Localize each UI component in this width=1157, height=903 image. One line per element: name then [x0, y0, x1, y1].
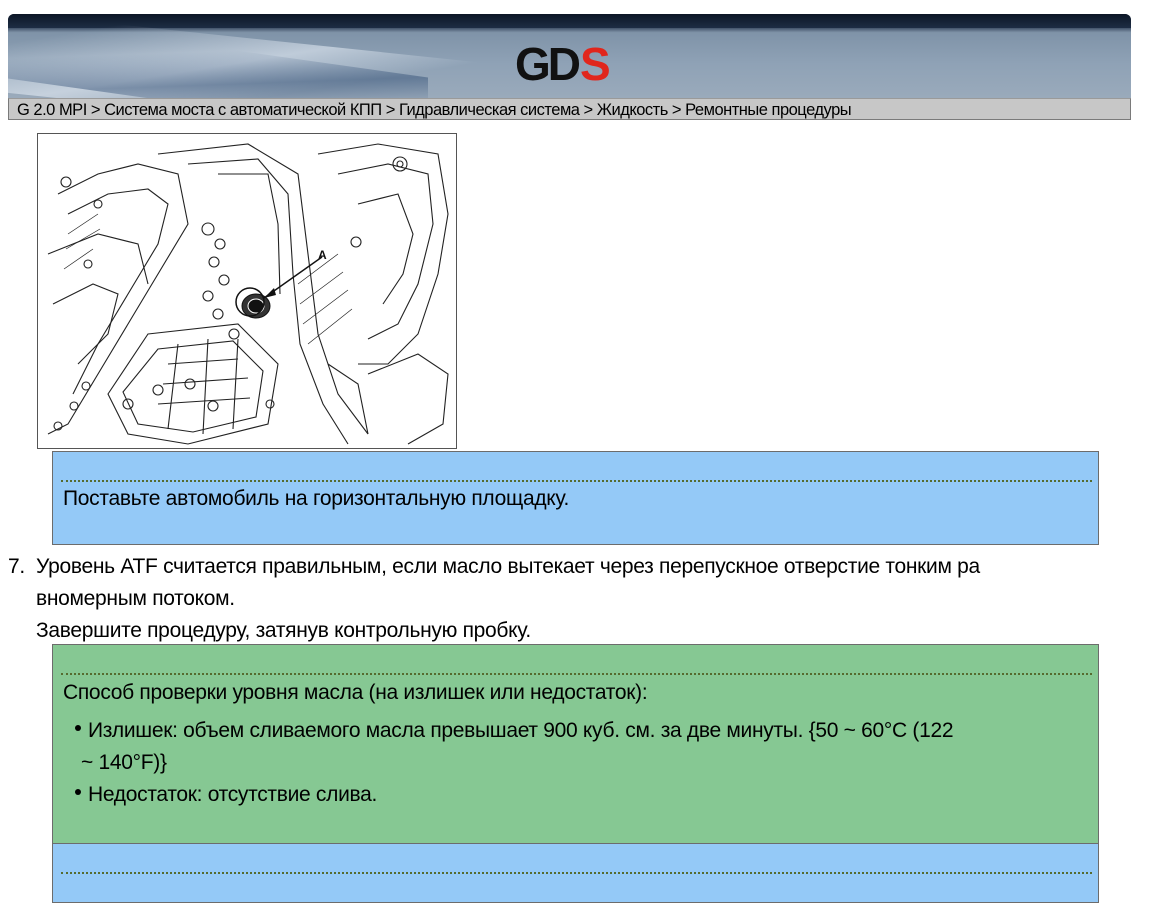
step-text-line1: Уровень ATF считается правильным, если м…	[36, 555, 980, 578]
bullet-icon	[75, 789, 81, 796]
gds-logo: GD S	[515, 38, 611, 90]
step-number: 7.	[8, 555, 25, 578]
banner-background: GD S	[8, 14, 1131, 98]
drain-plug	[235, 287, 271, 319]
info-note-level-check: Способ проверки уровня масла (на излишек…	[52, 644, 1099, 844]
callout-label: A	[318, 248, 327, 262]
breadcrumb: G 2.0 MPI > Система моста с автоматическ…	[8, 98, 1131, 120]
note-title: Способ проверки уровня масла (на излишек…	[63, 681, 648, 704]
bullet-icon	[75, 725, 81, 732]
header-banner: GD S G 2.0 MPI > Система моста с автомати…	[8, 14, 1131, 122]
info-note-level-surface: Поставьте автомобиль на горизонтальную п…	[52, 451, 1099, 545]
info-note-next	[52, 843, 1099, 903]
callout-arrow	[263, 256, 323, 299]
step-text-line3: Завершите процедуру, затянув контрольную…	[36, 619, 531, 642]
transmission-drain-plug-diagram: A	[37, 133, 457, 449]
list-item-excess: Излишек: объем сливаемого масла превышае…	[75, 715, 1095, 779]
list-item-shortage: Недостаток: отсутствие слива.	[75, 783, 377, 807]
step-text-line2: вномерным потоком.	[36, 587, 235, 610]
note-text: Поставьте автомобиль на горизонтальную п…	[63, 487, 570, 510]
